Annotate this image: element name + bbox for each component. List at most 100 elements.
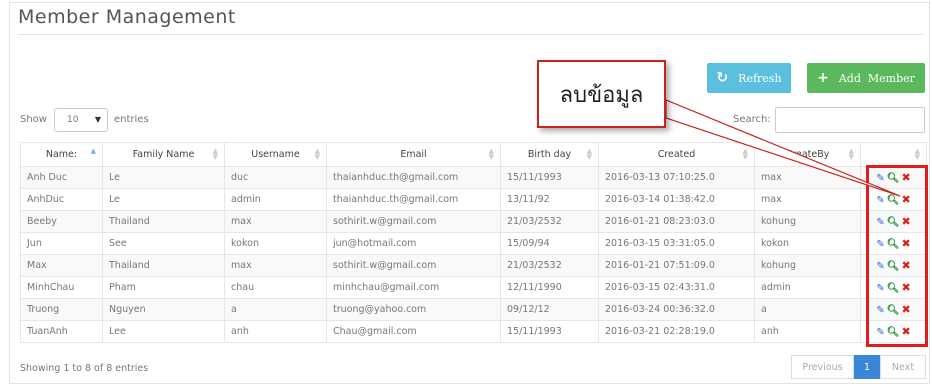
title-divider xyxy=(18,34,924,35)
cell-username: anh xyxy=(224,320,327,343)
search-input[interactable] xyxy=(775,107,925,133)
cell-birthday: 15/11/1993 xyxy=(500,166,599,189)
cell-family-name: Lee xyxy=(102,320,225,343)
cell-createby: max xyxy=(754,166,861,189)
col-header-username[interactable]: Username ▲ ▼ xyxy=(224,142,327,167)
sort-icon: ▲ ▼ xyxy=(914,147,920,161)
cell-username: duc xyxy=(224,166,327,189)
cell-name: MinhChau xyxy=(20,276,103,299)
cell-created: 2016-01-21 07:51:09.0 xyxy=(598,254,755,277)
sort-asc-icon: ▲ xyxy=(90,147,96,155)
members-table: Name: ▲ Family Name ▲ ▼ Username ▲ ▼ Email ▲ ▼ … xyxy=(20,142,927,343)
refresh-icon: ↻ xyxy=(716,70,729,86)
cell-email: thaianhduc.th@gmail.com xyxy=(326,188,501,211)
pagination-page-1[interactable]: 1 xyxy=(854,355,880,379)
cell-birthday: 13/11/92 xyxy=(500,188,599,211)
cell-name: AnhDuc xyxy=(20,188,103,211)
table-row: TuanAnh Lee anh Chau@gmail.com 15/11/1993 201… xyxy=(20,320,927,343)
cell-created: 2016-03-15 02:43:31.0 xyxy=(598,276,755,299)
actions-highlight-box xyxy=(866,165,928,347)
col-header-family-name[interactable]: Family Name ▲ ▼ xyxy=(102,142,225,167)
cell-family-name: Thailand xyxy=(102,254,225,277)
sort-icon: ▲ ▼ xyxy=(742,147,748,161)
cell-family-name: See xyxy=(102,232,225,255)
cell-name: Jun xyxy=(20,232,103,255)
search-label: Search: xyxy=(733,114,771,125)
col-header-birthday[interactable]: Birth day ▲ ▼ xyxy=(500,142,599,167)
cell-email: minhchau@gmail.com xyxy=(326,276,501,299)
show-label: Show xyxy=(20,114,47,125)
table-row: Max Thailand max sothirit.w@gmail.com 21/03/… xyxy=(20,254,927,277)
cell-birthday: 15/11/1993 xyxy=(500,320,599,343)
col-header-email[interactable]: Email ▲ ▼ xyxy=(326,142,501,167)
table-row: AnhDuc Le admin thaianhduc.th@gmail.com 13/1… xyxy=(20,188,927,211)
entries-length-select[interactable]: 10 ▼ xyxy=(54,108,108,132)
refresh-button[interactable]: ↻ Refresh xyxy=(707,63,791,93)
pagination-previous[interactable]: Previous xyxy=(791,355,854,379)
entries-length-value: 10 xyxy=(67,115,79,125)
delete-callout: ลบข้อมูล xyxy=(537,60,666,128)
cell-name: Max xyxy=(20,254,103,277)
col-header-created[interactable]: Created ▲ ▼ xyxy=(598,142,755,167)
cell-birthday: 12/11/1990 xyxy=(500,276,599,299)
cell-createby: max xyxy=(754,188,861,211)
cell-username: max xyxy=(224,254,327,277)
cell-createby: kohung xyxy=(754,254,861,277)
table-row: MinhChau Pham chau minhchau@gmail.com 12/11/… xyxy=(20,276,927,299)
cell-username: chau xyxy=(224,276,327,299)
cell-created: 2016-03-24 00:36:32.0 xyxy=(598,298,755,321)
cell-family-name: Pham xyxy=(102,276,225,299)
plus-icon: + xyxy=(817,70,829,86)
chevron-down-icon: ▼ xyxy=(94,115,101,124)
cell-email: thaianhduc.th@gmail.com xyxy=(326,166,501,189)
page-title: Member Management xyxy=(18,6,236,28)
table-info-text: Showing 1 to 8 of 8 entries xyxy=(20,363,149,374)
cell-family-name: Nguyen xyxy=(102,298,225,321)
cell-created: 2016-03-15 03:31:05.0 xyxy=(598,232,755,255)
cell-createby: kohung xyxy=(754,210,861,233)
cell-email: Chau@gmail.com xyxy=(326,320,501,343)
col-header-createby[interactable]: CreateBy ▲ ▼ xyxy=(754,142,861,167)
cell-username: max xyxy=(224,210,327,233)
cell-family-name: Le xyxy=(102,188,225,211)
entries-label: entries xyxy=(114,114,149,125)
sort-icon: ▲ ▼ xyxy=(848,147,854,161)
sort-icon: ▲ ▼ xyxy=(586,147,592,161)
col-header-actions: ▲ ▼ xyxy=(860,142,927,167)
cell-createby: admin xyxy=(754,276,861,299)
cell-username: kokon xyxy=(224,232,327,255)
cell-email: sothirit.w@gmail.com xyxy=(326,210,501,233)
cell-username: a xyxy=(224,298,327,321)
cell-name: TuanAnh xyxy=(20,320,103,343)
add-member-button[interactable]: + Add Member xyxy=(807,63,925,93)
cell-createby: kokon xyxy=(754,232,861,255)
table-row: Beeby Thailand max sothirit.w@gmail.com 21/0… xyxy=(20,210,927,233)
cell-createby: a xyxy=(754,298,861,321)
cell-birthday: 21/03/2532 xyxy=(500,254,599,277)
cell-username: admin xyxy=(224,188,327,211)
table-row: Jun See kokon jun@hotmail.com 15/09/94 2016-0… xyxy=(20,232,927,255)
table-row: Anh Duc Le duc thaianhduc.th@gmail.com 15/11… xyxy=(20,166,927,189)
cell-name: Anh Duc xyxy=(20,166,103,189)
add-member-label: Add Member xyxy=(838,71,915,85)
cell-birthday: 21/03/2532 xyxy=(500,210,599,233)
refresh-label: Refresh xyxy=(738,71,782,85)
sort-icon: ▲ ▼ xyxy=(314,147,320,161)
col-header-name[interactable]: Name: ▲ xyxy=(20,142,103,167)
cell-family-name: Le xyxy=(102,166,225,189)
sort-icon: ▲ ▼ xyxy=(488,147,494,161)
cell-created: 2016-01-21 08:23:03.0 xyxy=(598,210,755,233)
pagination-next[interactable]: Next xyxy=(880,355,926,379)
cell-birthday: 15/09/94 xyxy=(500,232,599,255)
cell-created: 2016-03-21 02:28:19.0 xyxy=(598,320,755,343)
cell-createby: anh xyxy=(754,320,861,343)
cell-created: 2016-03-13 07:10:25.0 xyxy=(598,166,755,189)
cell-created: 2016-03-14 01:38:42.0 xyxy=(598,188,755,211)
sort-icon: ▲ ▼ xyxy=(212,147,218,161)
cell-email: jun@hotmail.com xyxy=(326,232,501,255)
cell-name: Beeby xyxy=(20,210,103,233)
table-row: Truong Nguyen a truong@yahoo.com 09/12/12 201… xyxy=(20,298,927,321)
cell-family-name: Thailand xyxy=(102,210,225,233)
cell-email: truong@yahoo.com xyxy=(326,298,501,321)
cell-email: sothirit.w@gmail.com xyxy=(326,254,501,277)
